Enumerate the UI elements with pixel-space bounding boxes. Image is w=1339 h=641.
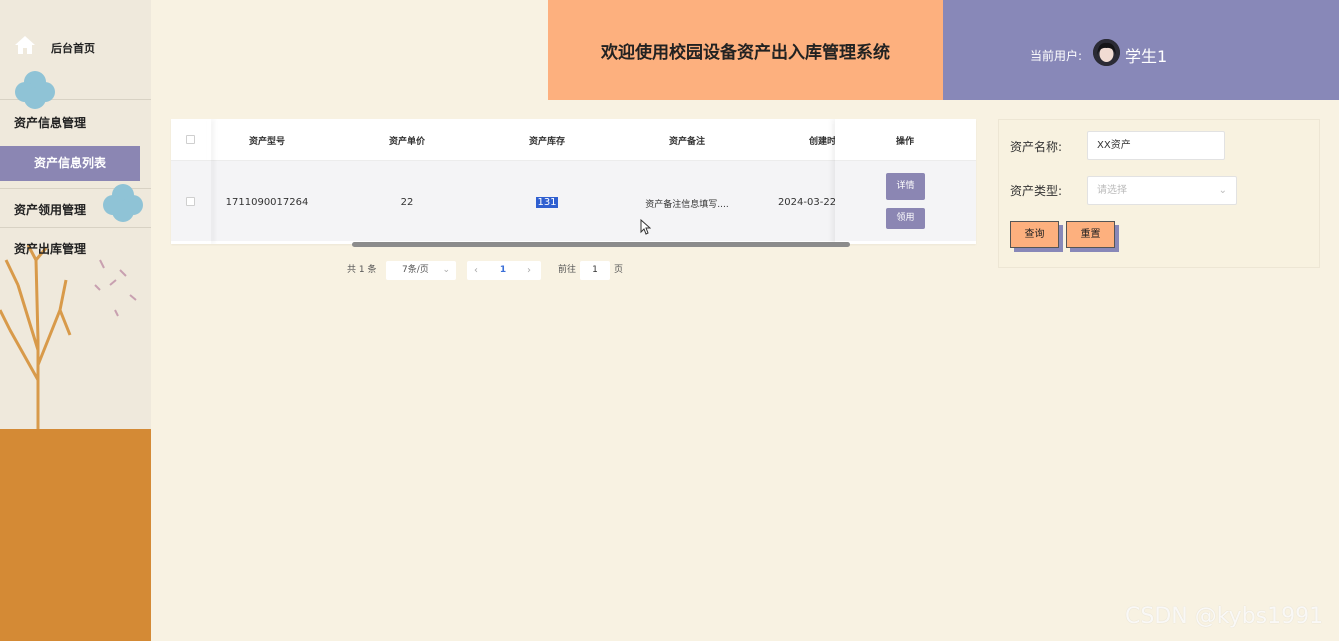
table-horizontal-scrollbar[interactable] (352, 242, 850, 247)
reset-button-wrap: 重置 (1066, 221, 1119, 252)
sidebar-item-home-label: 后台首页 (51, 42, 95, 55)
column-header-stock[interactable]: 资产库存 (507, 134, 587, 147)
header-title-box: 欢迎使用校园设备资产出入库管理系统 (548, 0, 943, 100)
column-header-actions-cell: 操作 (835, 119, 976, 161)
sidebar-item-asset-outbound[interactable]: 资产出库管理 (0, 228, 151, 266)
row-checkbox[interactable] (186, 197, 195, 206)
current-user-name: 学生1 (1125, 47, 1168, 66)
sidebar-item-asset-list[interactable]: 资产信息列表 (0, 146, 140, 181)
asset-table: 资产型号 资产单价 资产库存 资产备注 创建时间 1711090017264 2… (171, 119, 976, 244)
borrow-button[interactable]: 领用 (886, 208, 925, 229)
cell-stock: 131 (507, 197, 587, 208)
home-icon (15, 36, 35, 54)
fixed-column-shadow (207, 119, 211, 244)
sidebar-item-asset-info[interactable]: 资产信息管理 (0, 100, 151, 146)
pagination-total: 共 1 条 (347, 265, 377, 275)
reset-button[interactable]: 重置 (1066, 221, 1115, 248)
pagination-nav: ‹ 1 › (467, 261, 541, 280)
mouse-cursor-icon (640, 219, 651, 235)
goto-unit: 页 (614, 265, 624, 275)
search-panel: 资产名称: XX资产 资产类型: 请选择 ⌄ 查询 重置 (998, 119, 1320, 268)
asset-type-select[interactable]: 请选择 ⌄ (1087, 176, 1237, 205)
sidebar-item-asset-outbound-label: 资产出库管理 (14, 242, 87, 256)
next-page-icon[interactable]: › (527, 261, 531, 280)
query-button-wrap: 查询 (1010, 221, 1063, 252)
fixed-actions-column: 操作 详情 领用 (835, 119, 976, 244)
chevron-down-icon: ⌄ (442, 265, 450, 275)
watermark: CSDN @kybs1991 (1125, 604, 1324, 629)
user-avatar-icon (1093, 39, 1120, 66)
current-user-label: 当前用户: (1030, 49, 1083, 63)
page-size-select[interactable]: 7条/页 ⌄ (386, 261, 456, 280)
sidebar-item-asset-info-label: 资产信息管理 (14, 116, 87, 130)
asset-name-input[interactable]: XX资产 (1087, 131, 1225, 160)
cell-price: 22 (400, 197, 414, 208)
cell-stock-selected-text: 131 (536, 197, 558, 208)
current-page[interactable]: 1 (491, 261, 515, 280)
sidebar-item-asset-list-label: 资产信息列表 (33, 156, 106, 170)
cell-remark: 资产备注信息填写.... (645, 200, 729, 210)
chevron-down-icon: ⌄ (1218, 185, 1227, 196)
sidebar: 后台首页 资产信息管理 资产信息列表 资产领用管理 资产出库管理 (0, 0, 151, 641)
goto-label: 前往 (558, 265, 577, 275)
column-header-actions: 操作 (895, 137, 914, 147)
sidebar-item-asset-usage-label: 资产领用管理 (14, 203, 87, 217)
column-header-model[interactable]: 资产型号 (227, 134, 307, 147)
cell-model: 1711090017264 (225, 197, 309, 208)
prev-page-icon[interactable]: ‹ (474, 261, 478, 280)
user-box: 当前用户: 学生1 (943, 0, 1339, 100)
column-header-remark[interactable]: 资产备注 (647, 134, 727, 147)
asset-name-label: 资产名称: (1010, 140, 1063, 154)
asset-type-label: 资产类型: (1010, 184, 1063, 198)
asset-type-placeholder: 请选择 (1097, 185, 1127, 196)
column-header-price[interactable]: 资产单价 (367, 134, 447, 147)
page-size-value: 7条/页 (402, 265, 429, 275)
detail-button[interactable]: 详情 (886, 173, 925, 200)
sidebar-item-asset-usage[interactable]: 资产领用管理 (0, 189, 151, 227)
avatar[interactable] (1093, 39, 1120, 66)
actions-cell: 详情 领用 (835, 161, 976, 241)
tree-decoration-icon (0, 244, 137, 429)
sidebar-ground-decoration (0, 429, 151, 641)
select-all-checkbox[interactable] (186, 135, 195, 144)
query-button[interactable]: 查询 (1010, 221, 1059, 248)
goto-page-input[interactable]: 1 (580, 261, 610, 280)
page-title: 欢迎使用校园设备资产出入库管理系统 (601, 42, 890, 63)
